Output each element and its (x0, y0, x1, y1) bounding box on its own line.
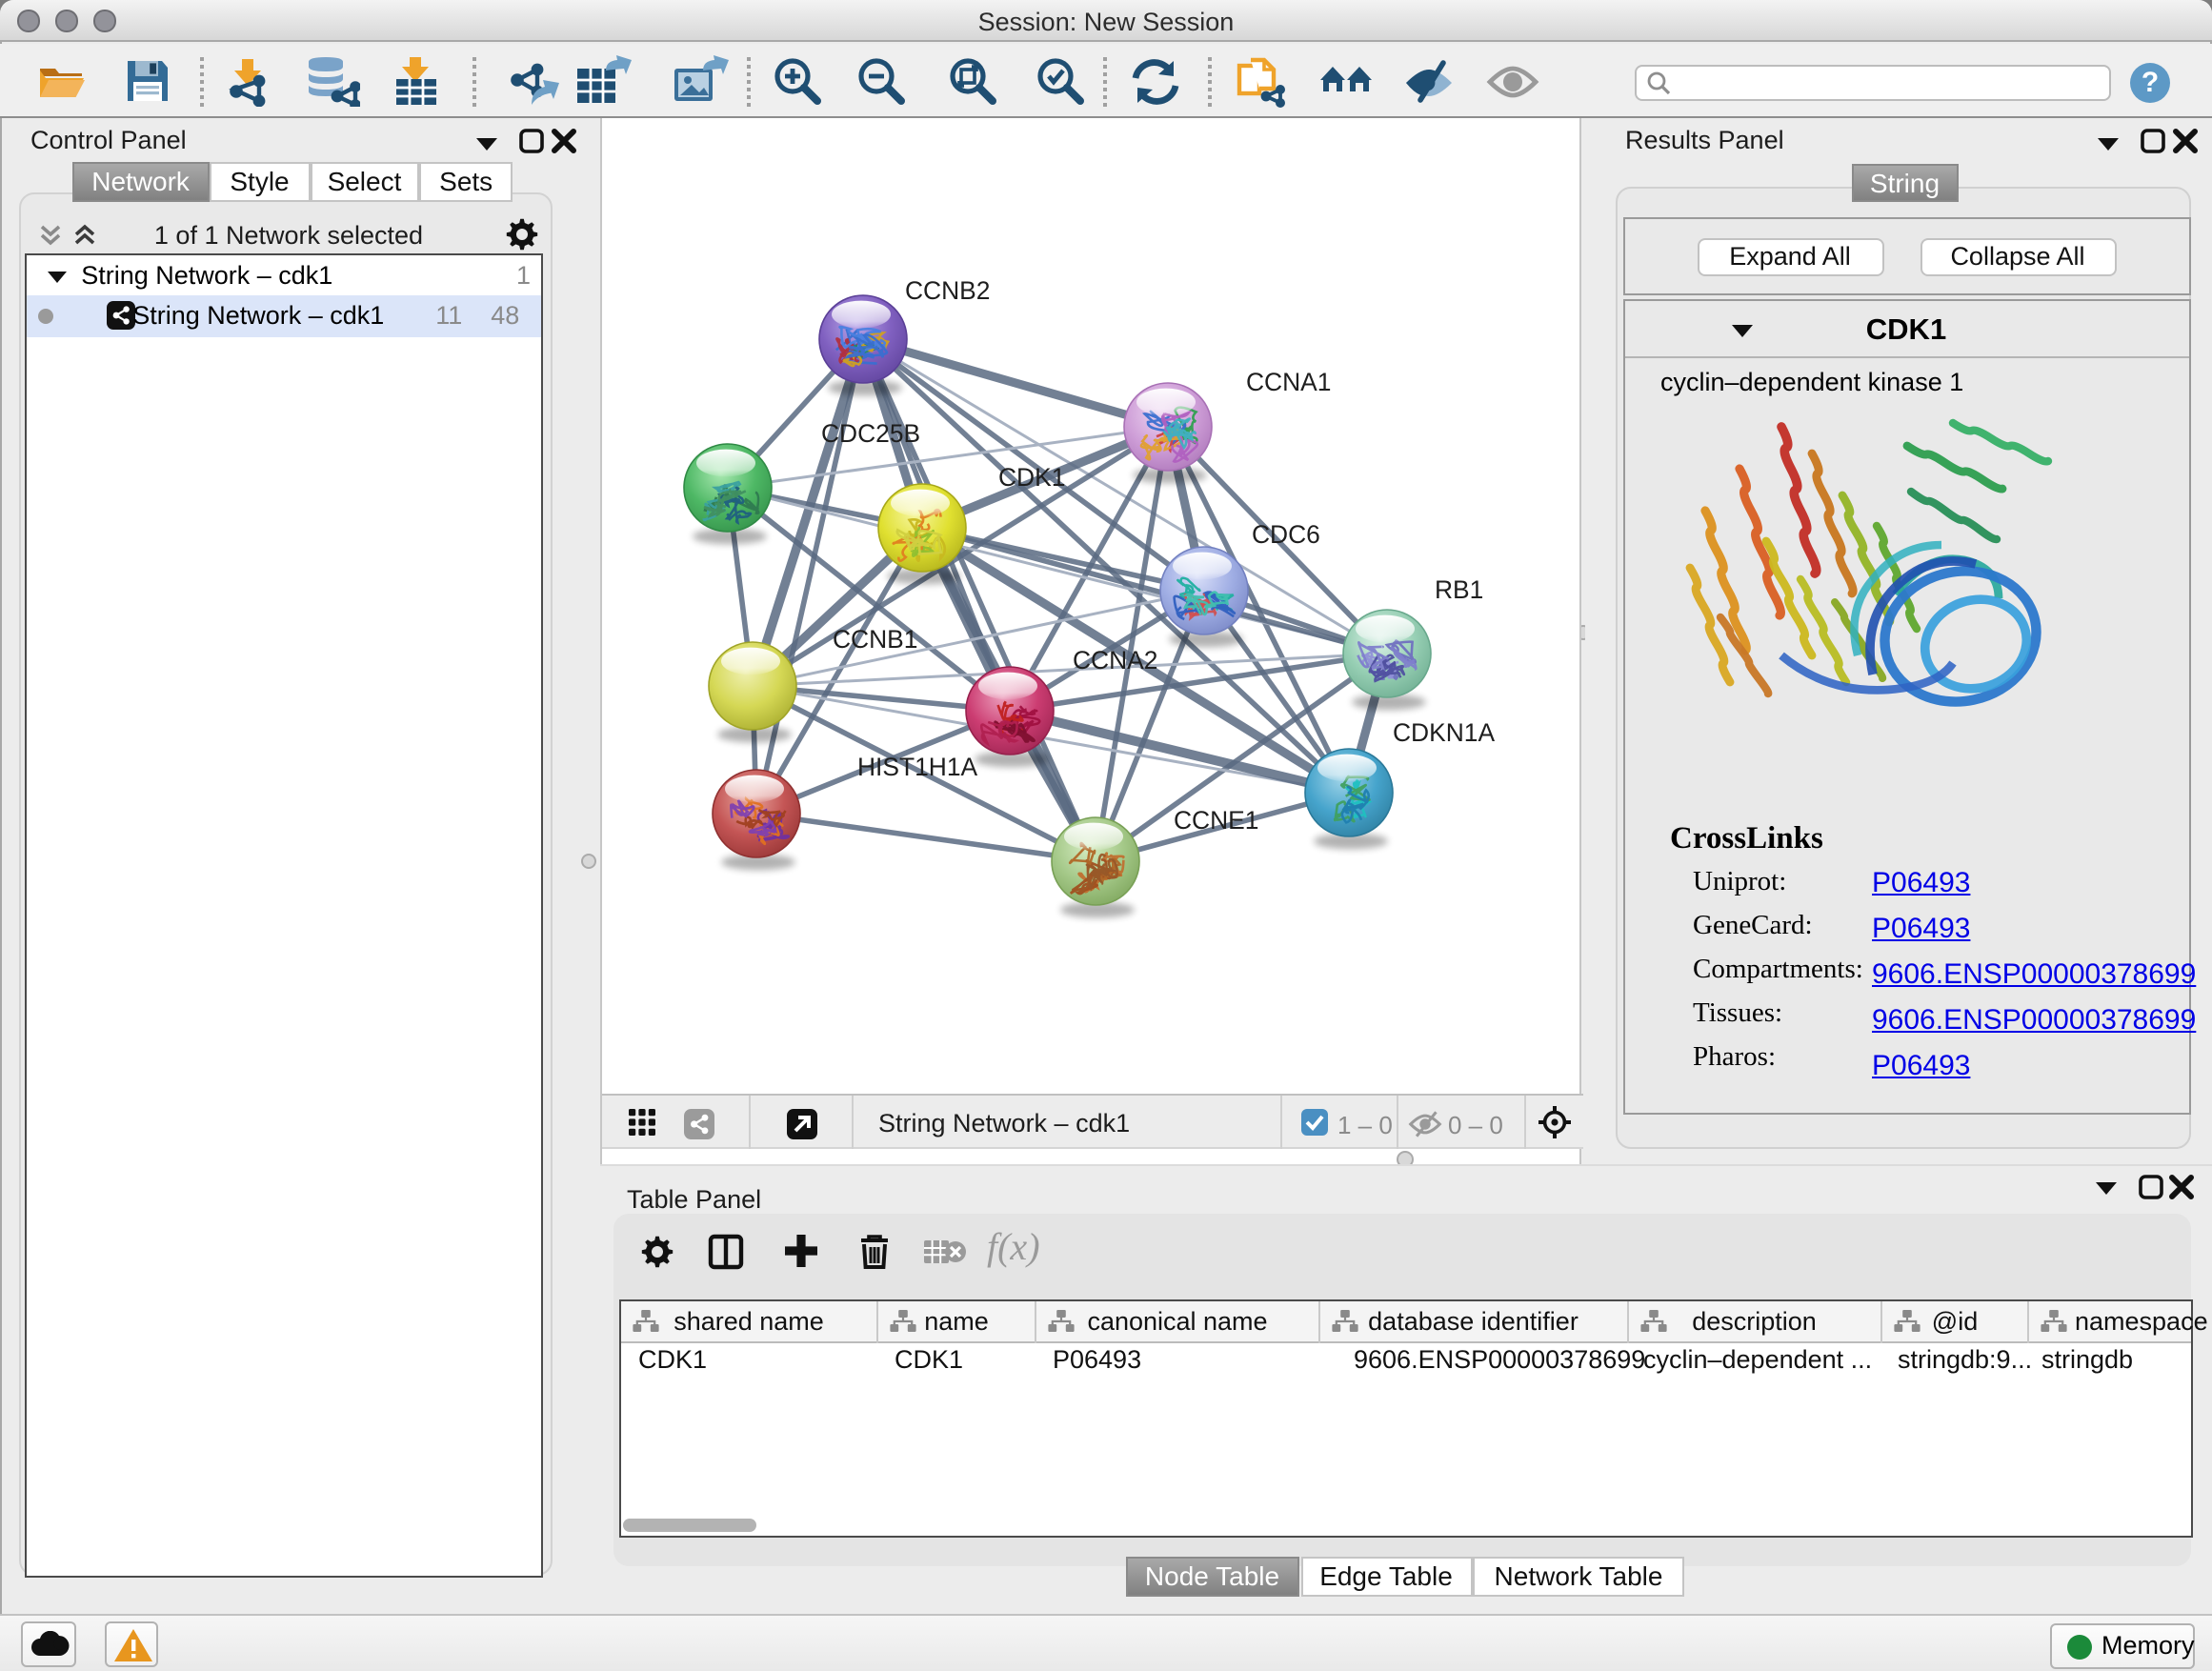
svg-text:CCNB2: CCNB2 (905, 276, 990, 305)
svg-text:HIST1H1A: HIST1H1A (857, 753, 978, 781)
svg-text:CDKN1A: CDKN1A (1393, 718, 1495, 747)
svg-text:CDK1: CDK1 (998, 463, 1065, 492)
svg-text:CCNA2: CCNA2 (1073, 646, 1157, 674)
svg-text:RB1: RB1 (1435, 575, 1483, 604)
svg-text:CCNE1: CCNE1 (1174, 806, 1258, 835)
svg-text:CDC25B: CDC25B (821, 419, 920, 448)
svg-text:CCNA1: CCNA1 (1246, 368, 1331, 396)
svg-text:CDC6: CDC6 (1252, 520, 1320, 549)
svg-text:CCNB1: CCNB1 (833, 625, 917, 654)
